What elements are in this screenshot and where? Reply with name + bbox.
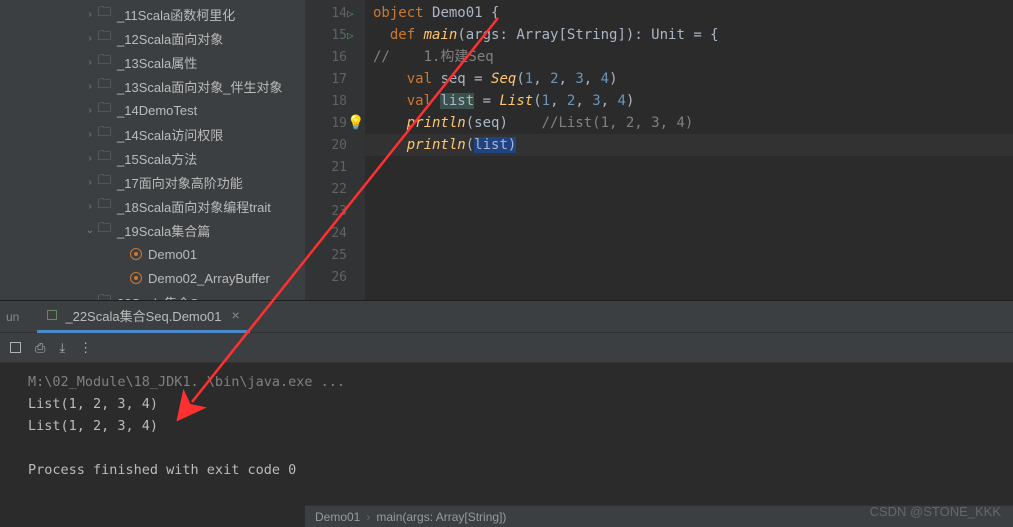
tree-item[interactable]: ›🗀 _11Scala函数柯里化: [0, 2, 305, 26]
breadcrumb-item[interactable]: main(args: Array[String]): [376, 510, 506, 524]
gutter-line[interactable]: 19💡: [305, 112, 365, 134]
chevron-icon[interactable]: ›: [82, 129, 98, 140]
chevron-icon[interactable]: ›: [82, 81, 98, 92]
watermark: CSDN @STONE_KKK: [870, 504, 1001, 519]
console-line: List(1, 2, 3, 4): [28, 393, 1013, 415]
run-label: un: [6, 310, 19, 324]
folder-icon: 🗀: [98, 27, 111, 49]
stop-icon[interactable]: [10, 342, 21, 353]
console-line: List(1, 2, 3, 4): [28, 415, 1013, 437]
tree-item-label: _13Scala面向对象_伴生对象: [117, 77, 282, 96]
tree-item-label: _12Scala面向对象: [117, 29, 223, 48]
tree-item[interactable]: ›🗀 _15Scala方法: [0, 146, 305, 170]
gutter-line[interactable]: 25: [305, 244, 365, 266]
gutter-line[interactable]: 24: [305, 222, 365, 244]
tree-item[interactable]: ›🗀 _17面向对象高阶功能: [0, 170, 305, 194]
tree-item[interactable]: Demo02_ArrayBuffer: [0, 266, 305, 290]
scala-object-icon: [130, 272, 142, 284]
scala-object-icon: [130, 248, 142, 260]
tree-item-label: Demo02_ArrayBuffer: [148, 271, 270, 286]
console-line: [28, 437, 1013, 459]
project-tree[interactable]: ›🗀_11Scala函数柯里化›🗀_12Scala面向对象›🗀_13Scala属…: [0, 0, 305, 300]
code-content[interactable]: object Demo01 { def main(args: Array[Str…: [365, 0, 1013, 300]
tree-item[interactable]: ⌄🗀 _19Scala集合篇: [0, 218, 305, 242]
tree-item-label: _17面向对象高阶功能: [117, 173, 243, 192]
tree-item-label: _18Scala面向对象编程trait: [117, 197, 271, 216]
folder-icon: 🗀: [98, 51, 111, 73]
gutter-line[interactable]: 23: [305, 200, 365, 222]
breadcrumb-item[interactable]: Demo01: [315, 510, 360, 524]
run-toolbar: ⎙ ⤓ ⋮: [0, 333, 1013, 363]
tree-item-label: _15Scala方法: [117, 149, 197, 168]
folder-icon: 🗀: [98, 75, 111, 97]
gutter-line[interactable]: 22: [305, 178, 365, 200]
folder-icon: 🗀: [98, 3, 111, 25]
chevron-icon[interactable]: ›: [82, 105, 98, 116]
tree-item-label: _14Scala访问权限: [117, 125, 223, 144]
tree-item[interactable]: ›🗀 _14Scala访问权限: [0, 122, 305, 146]
gutter-line[interactable]: 17: [305, 68, 365, 90]
folder-icon: 🗀: [98, 123, 111, 145]
tree-item-label: _19Scala集合篇: [117, 221, 210, 240]
tree-item[interactable]: Demo01: [0, 242, 305, 266]
console-output[interactable]: M:\02_Module\18_JDK1. \bin\java.exe ... …: [0, 363, 1013, 513]
console-line: M:\02_Module\18_JDK1. \bin\java.exe ...: [28, 371, 1013, 393]
gutter-line[interactable]: 20: [305, 134, 365, 156]
close-icon[interactable]: ×: [231, 307, 239, 323]
gutter-line[interactable]: 16: [305, 46, 365, 68]
tree-item-label: Demo01: [148, 247, 197, 262]
more-icon[interactable]: ⋮: [79, 340, 92, 356]
chevron-right-icon: ›: [366, 510, 370, 524]
scroll-icon[interactable]: ⤓: [59, 340, 65, 356]
folder-icon: 🗀: [98, 291, 111, 300]
folder-icon: 🗀: [98, 219, 111, 241]
code-editor[interactable]: 14▷15▷16171819💡20212223242526 object Dem…: [305, 0, 1013, 300]
run-tool-window: un _22Scala集合Seq.Demo01 × ⎙ ⤓ ⋮ M:\02_Mo…: [0, 300, 1013, 513]
tree-item-label: _13Scala属性: [117, 53, 197, 72]
chevron-icon[interactable]: ›: [82, 57, 98, 68]
chevron-icon[interactable]: ›: [82, 177, 98, 188]
gutter-line[interactable]: 18: [305, 90, 365, 112]
folder-icon: 🗀: [98, 171, 111, 193]
run-status-icon: [47, 310, 57, 320]
gutter-line[interactable]: 26: [305, 266, 365, 288]
bulb-icon[interactable]: 💡: [347, 115, 364, 131]
gutter-line[interactable]: 21: [305, 156, 365, 178]
folder-icon: 🗀: [98, 99, 111, 121]
editor-gutter: 14▷15▷16171819💡20212223242526: [305, 0, 365, 300]
chevron-icon[interactable]: ›: [82, 33, 98, 44]
run-tab[interactable]: _22Scala集合Seq.Demo01 ×: [37, 301, 249, 333]
run-icon[interactable]: ▷: [347, 29, 354, 42]
run-icon[interactable]: ▷: [347, 7, 354, 20]
tree-item-label: _14DemoTest: [117, 103, 197, 118]
run-tabs-bar: un _22Scala集合Seq.Demo01 ×: [0, 301, 1013, 333]
tree-item[interactable]: ⌄🗀 22Scala集合Seq: [0, 290, 305, 300]
tree-item[interactable]: ›🗀 _13Scala面向对象_伴生对象: [0, 74, 305, 98]
chevron-icon[interactable]: ›: [82, 201, 98, 212]
chevron-icon[interactable]: ›: [82, 9, 98, 20]
camera-icon[interactable]: ⎙: [35, 340, 45, 356]
tree-item[interactable]: ›🗀 _14DemoTest: [0, 98, 305, 122]
chevron-icon[interactable]: ⌄: [82, 225, 98, 236]
gutter-line[interactable]: 14▷: [305, 2, 365, 24]
tree-item[interactable]: ›🗀 _13Scala属性: [0, 50, 305, 74]
run-tab-title: _22Scala集合Seq.Demo01: [65, 306, 221, 325]
folder-icon: 🗀: [98, 147, 111, 169]
gutter-line[interactable]: 15▷: [305, 24, 365, 46]
chevron-icon[interactable]: ⌄: [82, 297, 98, 301]
tree-item[interactable]: ›🗀 _18Scala面向对象编程trait: [0, 194, 305, 218]
tree-item[interactable]: ›🗀 _12Scala面向对象: [0, 26, 305, 50]
console-line: Process finished with exit code 0: [28, 459, 1013, 481]
chevron-icon[interactable]: ›: [82, 153, 98, 164]
tree-item-label: 22Scala集合Seq: [117, 293, 213, 301]
tree-item-label: _11Scala函数柯里化: [117, 5, 235, 24]
folder-icon: 🗀: [98, 195, 111, 217]
